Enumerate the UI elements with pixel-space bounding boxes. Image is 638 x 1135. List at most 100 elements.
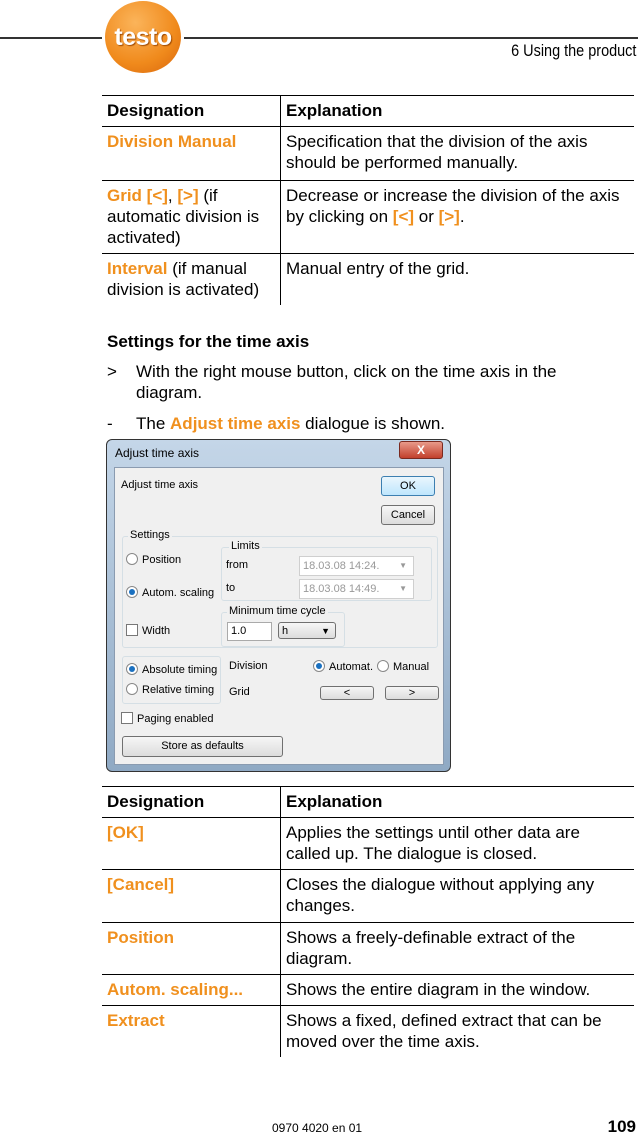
table-row: Division Manual Specification that the di… <box>102 126 634 181</box>
radio-label: Autom. scaling <box>142 587 215 599</box>
radio-icon <box>126 683 138 695</box>
term: [Cancel] <box>107 875 175 894</box>
explanation: Applies the settings until other data ar… <box>280 817 634 870</box>
min-cycle-legend: Minimum time cycle <box>227 605 328 617</box>
doc-number: 0970 4020 en 01 <box>272 1121 363 1135</box>
result-key: Adjust time axis <box>170 414 301 433</box>
to-label: to <box>226 582 236 594</box>
term: Autom. scaling... <box>107 980 244 999</box>
table-row: Extract Shows a fixed, defined extract th… <box>102 1005 634 1057</box>
table-row: [OK] Applies the settings until other dat… <box>102 817 634 870</box>
cancel-button[interactable]: Cancel <box>381 505 435 525</box>
position-radio[interactable]: Position <box>126 553 181 566</box>
explanation: Shows a freely-definable extract of the … <box>280 922 634 975</box>
radio-label: Relative timing <box>142 684 215 696</box>
radio-selected-icon <box>126 586 138 598</box>
dialog-client: Adjust time axis OK Cancel Settings Posi… <box>114 467 444 765</box>
page-number: 109 <box>607 1117 636 1135</box>
designation-table-axis: Designation Explanation Division Manual Sp… <box>102 95 634 305</box>
from-label: from <box>226 559 248 571</box>
column-header: Designation <box>102 786 281 818</box>
radio-icon <box>377 660 389 672</box>
explanation: Specification that the division of the a… <box>280 126 634 181</box>
separator: , <box>167 186 178 205</box>
automat-radio[interactable]: Automat. <box>313 660 373 673</box>
term: Extract <box>107 1011 165 1030</box>
grid-increase-button[interactable]: > <box>385 686 439 700</box>
grid-decrease-button[interactable]: < <box>320 686 374 700</box>
header-rule-right <box>184 37 638 39</box>
min-cycle-unit-select[interactable]: h ▼ <box>278 622 336 639</box>
result-pre: The <box>136 414 171 433</box>
radio-selected-icon <box>126 663 138 675</box>
radio-label: Position <box>142 554 182 566</box>
result-text: The Adjust time axis dialogue is shown. <box>136 413 445 434</box>
term: Division Manual <box>107 132 237 151</box>
designation-table-dialog: Designation Explanation [OK] Applies the s… <box>102 786 634 1057</box>
term: Position <box>107 928 175 947</box>
table-row: [Cancel] Closes the dialogue without appl… <box>102 869 634 923</box>
table-row: Interval (if manual division is activate… <box>102 253 634 305</box>
column-header: Designation <box>102 95 281 127</box>
table-row: Autom. scaling... Shows the entire diagra… <box>102 974 634 1006</box>
settings-legend: Settings <box>128 529 172 541</box>
ok-button[interactable]: OK <box>381 476 435 496</box>
section-title: Settings for the time axis <box>107 332 310 351</box>
checkbox-label: Width <box>142 625 171 637</box>
store-defaults-button[interactable]: Store as defaults <box>122 736 283 757</box>
adjust-time-axis-dialog: Adjust time axis X Adjust time axis OK C… <box>106 439 451 772</box>
paging-checkbox[interactable]: Paging enabled <box>121 712 213 725</box>
chevron-down-icon: ▼ <box>321 626 330 636</box>
term: Grid [<] <box>107 186 168 205</box>
explanation: . <box>459 207 465 226</box>
explanation: Shows the entire diagram in the window. <box>280 974 634 1006</box>
step-text: With the right mouse button, click on th… <box>136 362 557 402</box>
column-header: Explanation <box>280 95 634 127</box>
absolute-timing-radio[interactable]: Absolute timing <box>126 663 217 676</box>
manual-radio[interactable]: Manual <box>377 660 429 673</box>
explanation: Manual entry of the grid. <box>280 253 634 305</box>
explanation: Closes the dialogue without applying any… <box>280 869 634 923</box>
explanation: or <box>414 207 439 226</box>
division-label: Division <box>229 660 268 672</box>
radio-label: Manual <box>393 661 430 673</box>
step-marker: > <box>107 362 117 381</box>
explanation: Shows a fixed, defined extract that can … <box>280 1005 634 1057</box>
result-post: dialogue is shown. <box>300 414 445 433</box>
from-combo[interactable]: 18.03.08 14:24. ▼ <box>299 556 414 576</box>
grid-label: Grid <box>229 686 250 698</box>
autom-scaling-radio[interactable]: Autom. scaling <box>126 586 214 599</box>
relative-timing-radio[interactable]: Relative timing <box>126 683 214 696</box>
close-icon[interactable]: X <box>399 441 443 459</box>
testo-logo: testo <box>105 1 181 73</box>
term: [OK] <box>107 823 144 842</box>
to-value: 18.03.08 14:49. <box>303 583 380 595</box>
chapter-title: 6 Using the product <box>510 41 636 60</box>
width-checkbox[interactable]: Width <box>126 624 170 637</box>
dialog-title: Adjust time axis <box>115 446 200 460</box>
term: Interval <box>107 259 168 278</box>
radio-label: Automat. <box>329 661 374 673</box>
manual-page: testo 6 Using the product Designation Exp… <box>0 0 638 1135</box>
chevron-down-icon: ▼ <box>399 561 407 570</box>
term: [>] <box>177 186 199 205</box>
limits-legend: Limits <box>229 540 262 552</box>
logo-text: testo <box>114 22 172 51</box>
dialog-heading: Adjust time axis <box>121 479 199 491</box>
column-header: Explanation <box>280 786 634 818</box>
result-marker: - <box>107 414 113 433</box>
radio-icon <box>126 553 138 565</box>
to-combo[interactable]: 18.03.08 14:49. ▼ <box>299 579 414 599</box>
key: [<] <box>392 207 415 226</box>
header-rule-left <box>0 37 102 39</box>
from-value: 18.03.08 14:24. <box>303 560 380 572</box>
min-cycle-input[interactable]: 1.0 <box>227 622 272 641</box>
key: [>] <box>438 207 460 226</box>
checkbox-icon <box>126 624 138 636</box>
unit-value: h <box>282 625 289 637</box>
radio-label: Absolute timing <box>142 664 218 676</box>
table-row: Grid [<], [>] (if automatic division is … <box>102 180 634 254</box>
checkbox-icon <box>121 712 133 724</box>
checkbox-label: Paging enabled <box>137 713 214 725</box>
chevron-down-icon: ▼ <box>399 584 407 593</box>
